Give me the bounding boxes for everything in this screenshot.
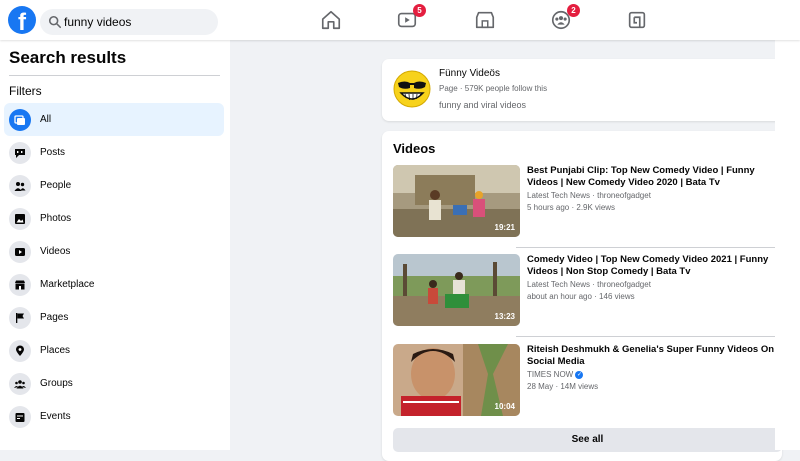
video-duration: 19:21: [494, 223, 515, 232]
video-thumbnail[interactable]: 13:23: [393, 254, 520, 326]
filters-heading: Filters: [9, 84, 42, 98]
filter-list: All Posts People Photos Videos Marketpla…: [4, 103, 224, 433]
video-thumbnail[interactable]: 19:21: [393, 165, 520, 237]
sidebar-divider: [9, 75, 220, 76]
video-divider: [516, 336, 782, 337]
all-icon: [9, 108, 31, 131]
page-name[interactable]: Fünny Videös: [439, 68, 500, 79]
watch-notification-badge: 5: [413, 4, 426, 17]
video-result-item[interactable]: 10:04 Riteish Deshmukh & Genelia's Super…: [393, 344, 782, 417]
right-page-edge: [775, 40, 800, 450]
video-source-line: TIMES NOW ✓: [527, 370, 584, 379]
top-navigation-bar: f 5 2: [0, 0, 800, 40]
video-divider: [516, 247, 782, 248]
video-meta: 5 hours ago · 2.9K views: [527, 203, 616, 212]
filter-item-groups[interactable]: Groups: [4, 367, 224, 400]
facebook-logo[interactable]: f: [8, 6, 36, 34]
pages-icon: [9, 306, 31, 329]
places-icon: [9, 339, 31, 362]
videos-results-card: Videos 19:21 Best Punjabi Clip: Top New …: [382, 131, 782, 461]
filter-label: Groups: [40, 378, 73, 389]
groups-notification-badge: 2: [567, 4, 580, 17]
filter-label: Posts: [40, 147, 66, 158]
filter-label: People: [40, 180, 72, 191]
posts-icon: [9, 141, 31, 164]
filter-item-marketplace[interactable]: Marketplace: [4, 268, 224, 301]
video-meta: about an hour ago · 146 views: [527, 292, 635, 301]
search-filters-sidebar: Search results Filters All Posts People …: [0, 40, 230, 450]
page-meta: Page · 579K people follow this: [439, 84, 548, 93]
video-source[interactable]: Latest Tech News · throneofgadget: [527, 280, 651, 289]
video-thumbnail[interactable]: 10:04: [393, 344, 520, 416]
see-all-videos-button[interactable]: See all: [393, 428, 782, 452]
page-result-card[interactable]: Fünny Videös Page · 579K people follow t…: [382, 59, 782, 121]
video-meta: 28 May · 14M views: [527, 382, 599, 391]
video-result-item[interactable]: 19:21 Best Punjabi Clip: Top New Comedy …: [393, 165, 782, 238]
filter-label: Videos: [40, 246, 71, 257]
video-duration: 10:04: [494, 402, 515, 411]
photos-icon: [9, 207, 31, 230]
filter-item-all[interactable]: All: [4, 103, 224, 136]
filter-label: Places: [40, 345, 71, 356]
filter-item-places[interactable]: Places: [4, 334, 224, 367]
video-source[interactable]: Latest Tech News · throneofgadget: [527, 191, 651, 200]
filter-item-photos[interactable]: Photos: [4, 202, 224, 235]
filter-label: Photos: [40, 213, 72, 224]
gaming-icon[interactable]: [626, 9, 648, 31]
page-avatar-smiley: [393, 70, 431, 108]
filter-label: Events: [40, 411, 71, 422]
people-icon: [9, 174, 31, 197]
page-description: funny and viral videos: [439, 100, 527, 110]
verified-badge-icon: ✓: [575, 370, 584, 379]
video-title[interactable]: Best Punjabi Clip: Top New Comedy Video …: [527, 165, 787, 189]
video-title[interactable]: Comedy Video | Top New Comedy Video 2021…: [527, 254, 787, 278]
video-source[interactable]: TIMES NOW: [527, 370, 573, 379]
search-icon: [48, 15, 62, 29]
search-input[interactable]: [64, 9, 214, 35]
filter-label: Pages: [40, 312, 69, 323]
filter-item-people[interactable]: People: [4, 169, 224, 202]
sidebar-title: Search results: [9, 48, 127, 67]
marketplace-icon: [9, 273, 31, 296]
video-result-item[interactable]: 13:23 Comedy Video | Top New Comedy Vide…: [393, 254, 782, 327]
filter-label: All: [40, 114, 52, 125]
videos-icon: [9, 240, 31, 263]
videos-section-title: Videos: [393, 141, 436, 156]
filter-item-events[interactable]: Events: [4, 400, 224, 433]
groups-icon: [9, 372, 31, 395]
filter-item-pages[interactable]: Pages: [4, 301, 224, 334]
filter-item-videos[interactable]: Videos: [4, 235, 224, 268]
marketplace-icon[interactable]: [474, 9, 496, 31]
search-box[interactable]: [40, 9, 218, 35]
filter-label: Marketplace: [40, 279, 95, 290]
video-title[interactable]: Riteish Deshmukh & Genelia's Super Funny…: [527, 344, 787, 368]
home-icon[interactable]: [320, 9, 342, 31]
watch-icon[interactable]: 5: [396, 4, 426, 31]
events-icon: [9, 405, 31, 428]
filter-item-posts[interactable]: Posts: [4, 136, 224, 169]
video-duration: 13:23: [494, 312, 515, 321]
groups-icon[interactable]: 2: [550, 4, 580, 31]
